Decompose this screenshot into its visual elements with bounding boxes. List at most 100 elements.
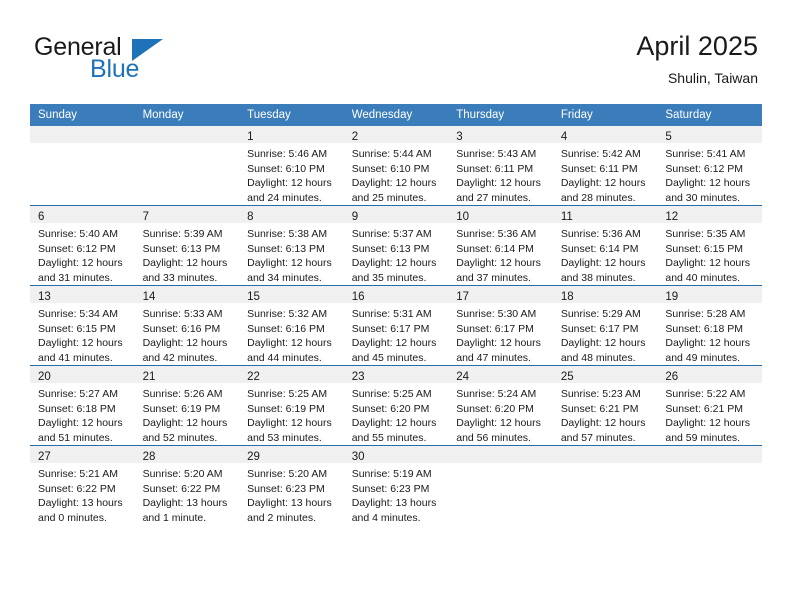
day-number: 13	[38, 291, 51, 303]
calendar-day-cell[interactable]: 17 Sunrise: 5:30 AM Sunset: 6:17 PM Dayligh…	[448, 285, 553, 366]
daylight-text: Daylight: 12 hours	[665, 417, 751, 429]
sunset-text: Sunset: 6:21 PM	[560, 402, 639, 415]
calendar-day-cell[interactable]: 1 Sunrise: 5:46 AM Sunset: 6:10 PM Daylight…	[239, 126, 344, 206]
daylight-text-cont: and 40 minutes.	[665, 271, 741, 284]
daylight-text: Daylight: 12 hours	[351, 257, 437, 269]
calendar-day-cell[interactable]: 16 Sunrise: 5:31 AM Sunset: 6:17 PM Dayligh…	[343, 285, 449, 366]
day-number: 11	[560, 211, 573, 223]
calendar-day-cell[interactable]: 4 Sunrise: 5:42 AM Sunset: 6:11 PM Daylight…	[552, 126, 658, 206]
calendar-day-cell[interactable]: 30 Sunrise: 5:19 AM Sunset: 6:23 PM Dayligh…	[343, 445, 449, 525]
weekday-header-sunday: Sunday	[30, 104, 135, 126]
daylight-text: Daylight: 12 hours	[456, 417, 541, 429]
daylight-text: Daylight: 12 hours	[456, 337, 541, 349]
calendar-day-cell[interactable]: 29 Sunrise: 5:20 AM Sunset: 6:23 PM Dayligh…	[239, 445, 344, 525]
calendar-day-cell[interactable]: 3 Sunrise: 5:43 AM Sunset: 6:11 PM Daylight…	[448, 126, 553, 206]
day-number-band: 20	[30, 366, 135, 383]
day-details: Sunrise: 5:23 AM Sunset: 6:21 PM Daylight:…	[553, 383, 658, 445]
calendar-day-cell[interactable]: 8 Sunrise: 5:38 AM Sunset: 6:13 PM Daylight…	[239, 205, 344, 286]
day-number-band: 15	[239, 286, 344, 303]
sunset-text: Sunset: 6:16 PM	[247, 322, 325, 335]
sunset-text: Sunset: 6:14 PM	[560, 242, 639, 255]
calendar-day-cell[interactable]: 7 Sunrise: 5:39 AM Sunset: 6:13 PM Daylight…	[134, 205, 240, 286]
day-details: Sunrise: 5:37 AM Sunset: 6:13 PM Daylight:…	[344, 223, 449, 285]
daylight-text-cont: and 34 minutes.	[247, 271, 322, 284]
day-number-band: 7	[134, 206, 240, 223]
day-number-band: 19	[657, 286, 762, 303]
day-details: Sunrise: 5:30 AM Sunset: 6:17 PM Daylight:…	[448, 303, 553, 365]
day-number: 24	[456, 371, 470, 383]
sunrise-text: Sunrise: 5:37 AM	[351, 228, 432, 240]
calendar-day-cell[interactable]: 11 Sunrise: 5:36 AM Sunset: 6:14 PM Dayligh…	[552, 205, 658, 286]
calendar-day-cell[interactable]: 20 Sunrise: 5:27 AM Sunset: 6:18 PM Dayligh…	[30, 365, 135, 446]
day-number-band	[134, 126, 240, 143]
sunrise-text: Sunrise: 5:20 AM	[247, 468, 328, 480]
calendar-day-cell[interactable]: 12 Sunrise: 5:35 AM Sunset: 6:15 PM Dayligh…	[657, 205, 762, 286]
calendar-day-cell[interactable]: 22 Sunrise: 5:25 AM Sunset: 6:19 PM Dayligh…	[239, 365, 344, 446]
calendar-day-cell[interactable]: 28 Sunrise: 5:20 AM Sunset: 6:22 PM Dayligh…	[134, 445, 240, 525]
day-details	[30, 143, 135, 147]
sunrise-text: Sunrise: 5:30 AM	[456, 308, 537, 320]
daylight-text-cont: and 59 minutes.	[665, 431, 741, 444]
calendar-day-cell[interactable]: 15 Sunrise: 5:32 AM Sunset: 6:16 PM Dayligh…	[239, 285, 344, 366]
weekday-header-thursday: Thursday	[448, 104, 553, 126]
calendar-day-cell[interactable]: 10 Sunrise: 5:36 AM Sunset: 6:14 PM Dayligh…	[448, 205, 553, 286]
day-details: Sunrise: 5:28 AM Sunset: 6:18 PM Daylight:…	[657, 303, 762, 365]
sunset-text: Sunset: 6:19 PM	[247, 402, 325, 415]
calendar-day-cell[interactable]: 18 Sunrise: 5:29 AM Sunset: 6:17 PM Dayligh…	[552, 285, 658, 366]
sunrise-text: Sunrise: 5:35 AM	[665, 228, 746, 240]
day-details: Sunrise: 5:29 AM Sunset: 6:17 PM Daylight:…	[553, 303, 658, 365]
day-number-band: 22	[239, 366, 344, 383]
day-number: 14	[142, 291, 156, 303]
day-number-band: 26	[657, 366, 762, 383]
day-number: 26	[665, 371, 679, 383]
sunset-text: Sunset: 6:10 PM	[351, 162, 430, 175]
sunrise-text: Sunrise: 5:41 AM	[665, 148, 746, 160]
daylight-text-cont: and 56 minutes.	[456, 431, 531, 444]
weekday-header-tuesday: Tuesday	[239, 104, 344, 126]
calendar-day-cell[interactable]: 2 Sunrise: 5:44 AM Sunset: 6:10 PM Daylight…	[343, 126, 449, 206]
sunrise-text: Sunrise: 5:26 AM	[142, 388, 223, 400]
calendar-day-cell[interactable]: 23 Sunrise: 5:25 AM Sunset: 6:20 PM Dayligh…	[343, 365, 449, 446]
calendar-day-cell[interactable]: 19 Sunrise: 5:28 AM Sunset: 6:18 PM Dayligh…	[657, 285, 762, 366]
sunset-text: Sunset: 6:15 PM	[38, 322, 116, 335]
calendar-day-cell[interactable]: 6 Sunrise: 5:40 AM Sunset: 6:12 PM Daylight…	[30, 205, 135, 286]
page-subtitle: Shulin, Taiwan	[667, 70, 758, 86]
day-number-band: 27	[30, 446, 135, 463]
daylight-text-cont: and 45 minutes.	[351, 351, 427, 364]
sunrise-text: Sunrise: 5:20 AM	[142, 468, 223, 480]
daylight-text: Daylight: 12 hours	[665, 177, 751, 189]
daylight-text: Daylight: 12 hours	[38, 337, 123, 349]
calendar-day-cell[interactable]: 26 Sunrise: 5:22 AM Sunset: 6:21 PM Dayligh…	[657, 365, 762, 446]
day-number-band: 12	[657, 206, 762, 223]
page-header: General Blue April 2025 Shulin, Taiwan	[34, 30, 758, 96]
sunset-text: Sunset: 6:19 PM	[142, 402, 221, 415]
sunset-text: Sunset: 6:14 PM	[456, 242, 534, 255]
day-number: 18	[560, 291, 574, 303]
calendar-day-cell[interactable]: 21 Sunrise: 5:26 AM Sunset: 6:19 PM Dayligh…	[134, 365, 240, 446]
calendar-day-cell[interactable]: 13 Sunrise: 5:34 AM Sunset: 6:15 PM Dayligh…	[30, 285, 135, 366]
daylight-text-cont: and 2 minutes.	[247, 511, 317, 524]
calendar-day-cell[interactable]: 5 Sunrise: 5:41 AM Sunset: 6:12 PM Daylight…	[657, 126, 762, 206]
daylight-text: Daylight: 12 hours	[247, 337, 332, 349]
daylight-text-cont: and 27 minutes.	[456, 191, 531, 204]
calendar-day-cell[interactable]: 9 Sunrise: 5:37 AM Sunset: 6:13 PM Daylight…	[343, 205, 449, 286]
sunset-text: Sunset: 6:18 PM	[665, 322, 744, 335]
calendar-day-cell[interactable]: 14 Sunrise: 5:33 AM Sunset: 6:16 PM Dayligh…	[134, 285, 240, 366]
daylight-text-cont: and 1 minute.	[142, 511, 207, 524]
calendar-body: 1 Sunrise: 5:46 AM Sunset: 6:10 PM Daylight…	[30, 126, 762, 525]
calendar-day-cell[interactable]: 25 Sunrise: 5:23 AM Sunset: 6:21 PM Dayligh…	[552, 365, 658, 446]
daylight-text-cont: and 28 minutes.	[560, 191, 636, 204]
daylight-text-cont: and 42 minutes.	[142, 351, 218, 364]
calendar-day-cell[interactable]: 24 Sunrise: 5:24 AM Sunset: 6:20 PM Dayligh…	[448, 365, 553, 446]
sunset-text: Sunset: 6:17 PM	[456, 322, 534, 335]
daylight-text-cont: and 51 minutes.	[38, 431, 113, 444]
daylight-text: Daylight: 12 hours	[560, 417, 646, 429]
sunrise-text: Sunrise: 5:39 AM	[142, 228, 223, 240]
day-number: 17	[456, 291, 470, 303]
brand-logo[interactable]: General Blue	[34, 30, 264, 90]
sunrise-text: Sunrise: 5:23 AM	[560, 388, 641, 400]
calendar-day-cell[interactable]: 27 Sunrise: 5:21 AM Sunset: 6:22 PM Dayligh…	[30, 445, 135, 525]
day-details: Sunrise: 5:32 AM Sunset: 6:16 PM Daylight:…	[239, 303, 344, 365]
day-details: Sunrise: 5:22 AM Sunset: 6:21 PM Daylight:…	[657, 383, 762, 445]
daylight-text: Daylight: 12 hours	[665, 257, 751, 269]
